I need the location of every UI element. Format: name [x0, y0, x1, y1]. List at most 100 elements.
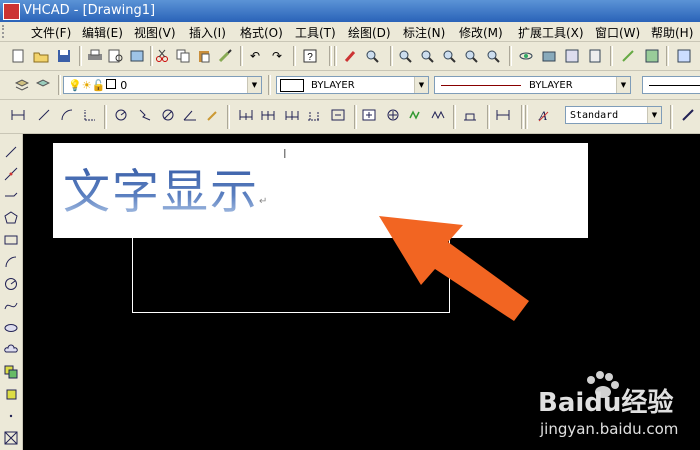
construction-line-icon[interactable]: [3, 166, 19, 182]
dim-style-manager-icon[interactable]: [680, 107, 696, 123]
app-icon[interactable]: [3, 3, 20, 20]
external-ref-icon[interactable]: [676, 48, 692, 64]
menu-view[interactable]: 视图(V): [134, 24, 176, 41]
menu-edit[interactable]: 编辑(E): [82, 24, 123, 41]
zoom-previous-icon[interactable]: [419, 48, 435, 64]
menu-format[interactable]: 格式(O): [240, 24, 283, 41]
match-properties-icon[interactable]: [217, 48, 233, 64]
menu-tools[interactable]: 工具(T): [295, 24, 336, 41]
line-icon[interactable]: [3, 144, 19, 160]
named-views-icon[interactable]: [541, 48, 557, 64]
circle-icon[interactable]: [3, 276, 19, 292]
dim-override-icon[interactable]: [462, 107, 478, 123]
menu-dimension[interactable]: 标注(N): [403, 24, 445, 41]
zoom-in-icon[interactable]: [441, 48, 457, 64]
layer-name: 0: [120, 79, 128, 92]
markup-icon[interactable]: [644, 48, 660, 64]
hatch-icon[interactable]: [3, 430, 19, 446]
help-icon[interactable]: ?: [302, 48, 318, 64]
text-style-dropdown[interactable]: Standard ▼: [565, 106, 662, 124]
zoom-window-icon[interactable]: [397, 48, 413, 64]
design-center-icon[interactable]: [564, 48, 580, 64]
dim-update-icon[interactable]: [408, 107, 424, 123]
pan-icon[interactable]: [342, 48, 358, 64]
zoom-out-icon[interactable]: [463, 48, 479, 64]
sun-icon: ☀: [81, 79, 92, 92]
preview-icon[interactable]: [108, 48, 124, 64]
redo-icon[interactable]: ↷: [269, 48, 285, 64]
menu-extend-tools[interactable]: 扩展工具(X): [518, 24, 584, 41]
diameter-dim-icon[interactable]: [160, 107, 176, 123]
continue-dim-icon[interactable]: [260, 107, 276, 123]
lock-icon: 🔓: [91, 79, 106, 92]
draw-toolbar: [0, 134, 23, 450]
quick-dim-icon[interactable]: [205, 107, 221, 123]
jogged-dim-icon[interactable]: [137, 107, 153, 123]
bulb-icon: 💡: [68, 79, 82, 92]
radius-dim-icon[interactable]: [113, 107, 129, 123]
new-icon[interactable]: [10, 48, 26, 64]
copy-icon[interactable]: [175, 48, 191, 64]
menu-file[interactable]: 文件(F): [31, 24, 71, 41]
drawing-canvas[interactable]: 文字显示 ↵ Ι Baidu经验 jingyan.baidu.com: [23, 134, 700, 450]
arc-icon[interactable]: [3, 254, 19, 270]
color-value: BYLAYER: [311, 80, 355, 91]
3d-orbit-icon[interactable]: [518, 48, 534, 64]
polyline-icon[interactable]: [3, 188, 19, 204]
dim-edit-icon[interactable]: [361, 107, 377, 123]
dim-style-icon[interactable]: [430, 107, 446, 123]
dim-reassociate-icon[interactable]: [495, 107, 511, 123]
rectangle-icon[interactable]: [3, 232, 19, 248]
revision-cloud-icon[interactable]: [3, 342, 19, 358]
point-icon[interactable]: [3, 408, 19, 424]
insert-block-icon[interactable]: [3, 364, 19, 380]
linetype-line-icon: [441, 85, 521, 86]
open-icon[interactable]: [33, 48, 49, 64]
text-style-icon[interactable]: A: [535, 107, 551, 123]
menu-modify[interactable]: 修改(M): [459, 24, 503, 41]
layer-dropdown[interactable]: 💡☀🔓 0 ▼: [63, 76, 262, 94]
menu-insert[interactable]: 插入(I): [189, 24, 226, 41]
polygon-icon[interactable]: [3, 210, 19, 226]
window-title: VHCAD - [Drawing1]: [23, 3, 156, 18]
linetype-dropdown[interactable]: BYLAYER ▼: [434, 76, 631, 94]
standard-toolbar: ↶ ↷ ?: [0, 42, 700, 71]
tolerance-icon[interactable]: [306, 107, 322, 123]
center-mark-icon[interactable]: [330, 107, 346, 123]
dim-text-edit-icon[interactable]: [385, 107, 401, 123]
zoom-all-icon[interactable]: [485, 48, 501, 64]
canvas-text[interactable]: 文字显示: [63, 165, 259, 220]
menu-window[interactable]: 窗口(W): [595, 24, 640, 41]
block-editor-icon[interactable]: [620, 48, 636, 64]
lineweight-dropdown[interactable]: [642, 76, 700, 94]
text-cursor: Ι: [283, 147, 287, 161]
arc-length-icon[interactable]: [59, 107, 75, 123]
paste-icon[interactable]: [196, 48, 212, 64]
lineweight-line-icon: [649, 85, 700, 86]
quick-leader-icon[interactable]: [284, 107, 300, 123]
menu-draw[interactable]: 绘图(D): [348, 24, 391, 41]
layer-manager-icon[interactable]: [14, 77, 30, 93]
layer-previous-icon[interactable]: [35, 77, 51, 93]
linear-dim-icon[interactable]: [10, 107, 26, 123]
chevron-down-icon: ▼: [647, 107, 661, 123]
publish-icon[interactable]: [129, 48, 145, 64]
undo-icon[interactable]: ↶: [247, 48, 263, 64]
dimension-toolbar: A Standard ▼: [0, 100, 700, 134]
ordinate-dim-icon[interactable]: [82, 107, 98, 123]
print-icon[interactable]: [87, 48, 103, 64]
angular-dim-icon[interactable]: [182, 107, 198, 123]
save-icon[interactable]: [56, 48, 72, 64]
ellipse-icon[interactable]: [3, 320, 19, 336]
cut-icon[interactable]: [154, 48, 170, 64]
tool-palette-icon[interactable]: [587, 48, 603, 64]
menu-grip-icon[interactable]: [2, 25, 7, 38]
baseline-dim-icon[interactable]: [238, 107, 254, 123]
zoom-realtime-icon[interactable]: [364, 48, 380, 64]
make-block-icon[interactable]: [3, 386, 19, 402]
aligned-dim-icon[interactable]: [36, 107, 52, 123]
color-dropdown[interactable]: BYLAYER ▼: [276, 76, 429, 94]
spline-icon[interactable]: [3, 298, 19, 314]
menu-help[interactable]: 帮助(H): [651, 24, 693, 41]
linetype-value: BYLAYER: [529, 80, 573, 91]
